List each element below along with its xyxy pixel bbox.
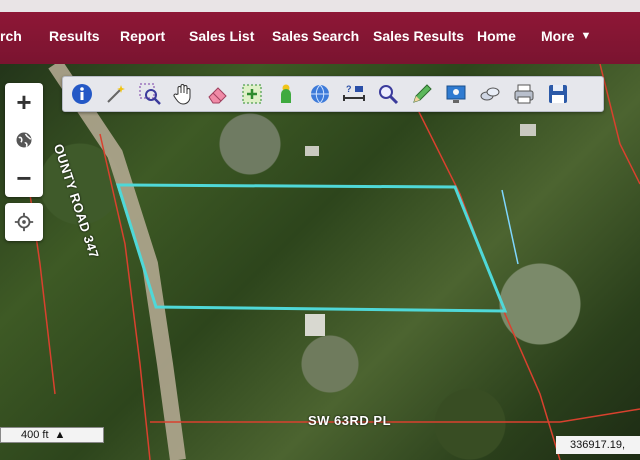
pencil-icon[interactable] (407, 80, 437, 108)
crosshair-icon (14, 212, 34, 232)
globe-view-button[interactable] (5, 121, 43, 159)
nav-home[interactable]: Home (477, 28, 516, 44)
person-icon[interactable] (271, 80, 301, 108)
scale-bar[interactable]: 400 ft ▲ (0, 427, 104, 443)
info-icon[interactable] (67, 80, 97, 108)
property-lines (19, 64, 640, 460)
building (305, 146, 319, 156)
top-navbar: rch Results Report Sales List Sales Sear… (0, 12, 640, 64)
layers-icon[interactable] (475, 80, 505, 108)
measure-line (501, 189, 519, 265)
globe-icon (16, 132, 32, 148)
locate-button[interactable] (5, 203, 43, 241)
svg-text:?: ? (346, 84, 352, 94)
zoom-in-button[interactable]: + (5, 83, 43, 121)
nav-sales-results[interactable]: Sales Results (373, 28, 464, 44)
pan-hand-icon[interactable] (169, 80, 199, 108)
eraser-icon[interactable] (203, 80, 233, 108)
street-label: SW 63RD PL (308, 413, 392, 428)
coordinate-value: 336917.19, (570, 439, 626, 451)
map-canvas[interactable]: OUNTY ROAD 347 SW 63RD PL (0, 64, 640, 460)
nav-more[interactable]: More ▼ (541, 28, 591, 44)
building (305, 314, 325, 336)
nav-more-label: More (541, 28, 575, 44)
building (520, 124, 536, 136)
print-icon[interactable] (509, 80, 539, 108)
globe-icon[interactable] (305, 80, 335, 108)
save-icon[interactable] (543, 80, 573, 108)
zoom-out-button[interactable]: − (5, 159, 43, 197)
parcel-outline[interactable] (115, 183, 508, 313)
select-add-icon[interactable] (237, 80, 267, 108)
zoom-control: + − (5, 83, 43, 197)
top-strip (0, 0, 640, 12)
map-toolbar: ? (62, 76, 604, 112)
coordinate-readout: 336917.19, (556, 436, 640, 454)
map-overlay (19, 64, 640, 460)
nav-report[interactable]: Report (120, 28, 165, 44)
measure-icon[interactable]: ? (339, 80, 369, 108)
magnify-icon[interactable] (373, 80, 403, 108)
nav-results[interactable]: Results (49, 28, 100, 44)
county-road (48, 64, 186, 460)
triangle-up-icon: ▲ (54, 429, 66, 441)
scale-label: 400 ft (21, 429, 49, 441)
nav-search[interactable]: rch (0, 28, 22, 44)
monitor-icon[interactable] (441, 80, 471, 108)
magic-wand-icon[interactable] (101, 80, 131, 108)
nav-sales-list[interactable]: Sales List (189, 28, 254, 44)
nav-sales-search[interactable]: Sales Search (272, 28, 359, 44)
zoom-select-icon[interactable] (135, 80, 165, 108)
chevron-down-icon: ▼ (580, 30, 592, 42)
